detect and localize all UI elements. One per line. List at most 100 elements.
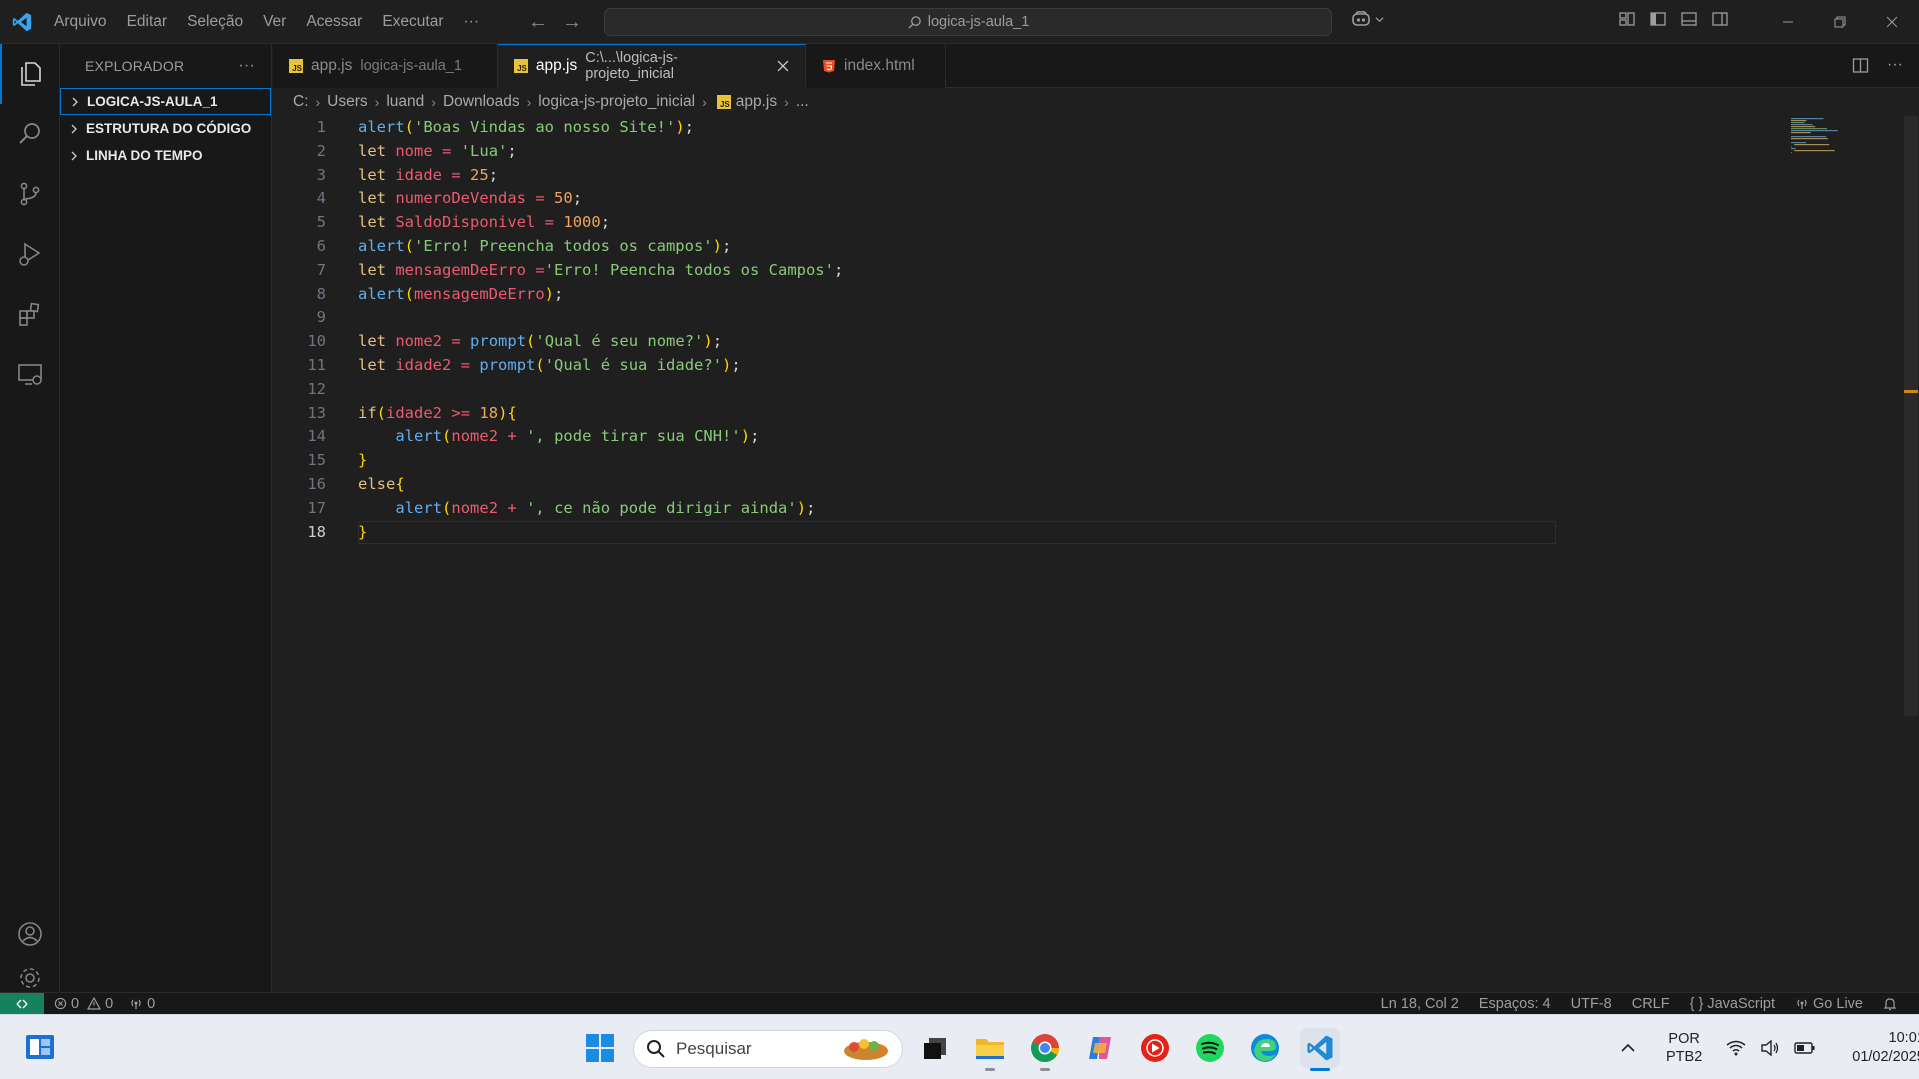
tab-app-js-projeto[interactable]: JS app.js C:\...\logica-js-projeto_inici… [498,44,806,88]
code-line[interactable]: } [358,521,843,545]
accounts-button[interactable] [0,904,60,964]
broadcast-icon [1797,999,1807,1009]
line-number: 13 [307,403,326,422]
toggle-primary-sidebar-icon[interactable] [1649,10,1667,28]
taskbar-spotify[interactable] [1190,1028,1230,1068]
menu-arquivo[interactable]: Arquivo [44,0,117,44]
volume-icon[interactable] [1760,1039,1780,1056]
menu-editar[interactable]: Editar [117,0,178,44]
forward-arrow-icon[interactable]: → [562,11,582,34]
code-lines[interactable]: alert('Boas Vindas ao nosso Site!'); let … [358,116,843,544]
problems-indicator[interactable]: 0 0 [54,996,113,1012]
indentation[interactable]: Espaços: 4 [1479,996,1551,1012]
close-tab-icon[interactable] [777,60,789,72]
taskbar-edge[interactable] [1245,1028,1285,1068]
restore-button[interactable] [1814,0,1866,44]
go-live-button[interactable]: Go Live [1795,996,1863,1012]
menu-acessar[interactable]: Acessar [296,0,372,44]
wifi-icon[interactable] [1726,1040,1746,1056]
code-line[interactable]: alert(mensagemDeErro); [358,283,843,307]
menu-more[interactable]: ··· [454,0,490,44]
source-control-button[interactable] [0,164,60,224]
taskbar-chrome[interactable] [1025,1028,1065,1071]
taskbar-search[interactable]: Pesquisar [633,1030,903,1068]
line-number: 6 [316,236,326,255]
code-line[interactable]: let nome = 'Lua'; [358,140,843,164]
remote-indicator-button[interactable] [0,992,44,1015]
taskbar-task-view[interactable] [915,1028,955,1068]
code-line[interactable]: alert('Boas Vindas ao nosso Site!'); [358,116,843,140]
clock[interactable]: 10:01 01/02/2025 [1852,1029,1919,1067]
more-actions-icon[interactable]: ··· [238,57,255,75]
breadcrumb-item[interactable]: luand [386,93,424,111]
more-actions-icon[interactable]: ··· [1887,56,1903,74]
copilot-button[interactable] [1350,10,1384,28]
line-number: 14 [307,427,326,446]
code-line[interactable]: alert('Erro! Preencha todos os campos'); [358,235,843,259]
code-line[interactable]: else{ [358,473,843,497]
section-workspace-folder[interactable]: LOGICA-JS-AULA_1 [60,88,271,115]
taskbar-youtube-music[interactable] [1135,1028,1175,1068]
breadcrumb-item[interactable]: Downloads [443,93,520,111]
windows-start-icon[interactable] [585,1033,615,1063]
language-mode[interactable]: { } JavaScript [1690,996,1775,1012]
breadcrumb-item[interactable]: ... [796,93,809,111]
battery-icon[interactable] [1794,1041,1816,1055]
code-line[interactable]: alert(nome2 + ', ce não pode dirigir ain… [358,497,843,521]
widgets-icon[interactable] [22,1031,58,1063]
section-outline[interactable]: ESTRUTURA DO CÓDIGO [60,115,271,142]
code-editor[interactable]: 1 2 3 4 5 6 7 8 9 10 11 12 13 14 15 16 17 18 alert('Boas … [273,116,1919,992]
line-number: 10 [307,332,326,351]
menu-ver[interactable]: Ver [253,0,296,44]
explorer-button[interactable] [0,44,60,104]
code-line[interactable]: let idade2 = prompt('Qual é sua idade?')… [358,354,843,378]
minimize-button[interactable] [1762,0,1814,44]
ports-indicator[interactable]: 0 [129,996,155,1012]
chrome-icon [1031,1034,1059,1063]
toggle-panel-icon[interactable] [1680,10,1698,28]
breadcrumb-item[interactable]: app.js [736,93,777,111]
code-line[interactable]: let mensagemDeErro ='Erro! Peencha todos… [358,259,843,283]
split-editor-icon[interactable] [1852,57,1869,74]
menu-executar[interactable]: Executar [372,0,453,44]
code-line[interactable]: } [358,449,843,473]
code-line[interactable]: alert(nome2 + ', pode tirar sua CNH!'); [358,425,843,449]
search-placeholder: Pesquisar [676,1039,752,1058]
code-line[interactable]: let nome2 = prompt('Qual é seu nome?'); [358,330,843,354]
input-language[interactable]: POR PTB2 [1666,1030,1702,1066]
code-line[interactable]: let idade = 25; [358,164,843,188]
search-view-button[interactable] [0,104,60,164]
taskbar-copilot[interactable] [1080,1028,1120,1068]
extensions-button[interactable] [0,284,60,344]
code-line[interactable] [358,306,843,330]
taskbar-file-explorer[interactable] [970,1028,1010,1071]
tab-app-js-aula[interactable]: JS app.js logica-js-aula_1 [273,44,498,88]
taskbar-vscode[interactable] [1300,1028,1340,1071]
end-of-line[interactable]: CRLF [1632,996,1670,1012]
code-line[interactable] [358,378,843,402]
breadcrumb-item[interactable]: logica-js-projeto_inicial [538,93,695,111]
toggle-secondary-sidebar-icon[interactable] [1711,10,1729,28]
code-line[interactable]: let SaldoDisponivel = 1000; [358,211,843,235]
file-encoding[interactable]: UTF-8 [1571,996,1612,1012]
command-center-search[interactable]: logica-js-aula_1 [604,8,1332,36]
code-line[interactable]: if(idade2 >= 18){ [358,402,843,426]
manage-button[interactable] [0,964,60,992]
chevron-up-icon[interactable] [1620,1040,1636,1056]
code-line[interactable]: let numeroDeVendas = 50; [358,187,843,211]
breadcrumb-item[interactable]: Users [327,93,367,111]
close-window-button[interactable] [1866,0,1918,44]
section-timeline[interactable]: LINHA DO TEMPO [60,142,271,169]
menu-selecao[interactable]: Seleção [177,0,253,44]
back-arrow-icon[interactable]: ← [528,11,548,34]
customize-layout-icon[interactable] [1618,10,1636,28]
minimap[interactable] [1789,116,1869,196]
bell-icon[interactable] [1883,997,1897,1011]
tab-index-html[interactable]: index.html [806,44,946,88]
run-debug-button[interactable] [0,224,60,284]
line-number: 12 [307,379,326,398]
cursor-position[interactable]: Ln 18, Col 2 [1381,996,1459,1012]
remote-explorer-button[interactable] [0,344,60,404]
breadcrumb-item[interactable]: C: [293,93,309,111]
vertical-scrollbar[interactable] [1904,116,1918,716]
